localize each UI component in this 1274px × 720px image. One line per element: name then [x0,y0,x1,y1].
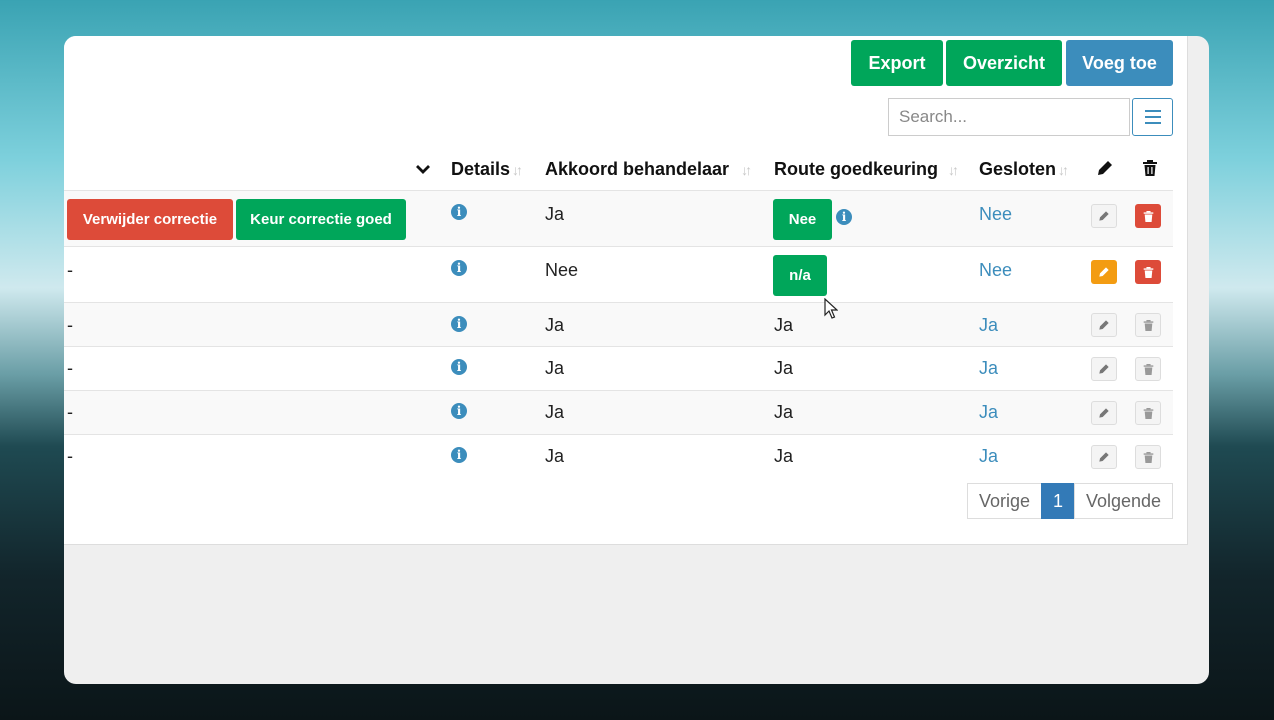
edit-button[interactable] [1091,313,1117,337]
header-gesloten[interactable]: Gesloten ↓↑ [979,156,1069,182]
header-route[interactable]: Route goedkeuring ↓↑ [774,156,959,182]
add-button[interactable]: Voeg toe [1066,40,1173,86]
table-row: - i Ja Ja Ja [64,434,1173,479]
info-icon[interactable]: i [451,204,467,220]
export-button[interactable]: Export [851,40,943,86]
remove-correction-button[interactable]: Verwijder correctie [67,199,233,240]
first-cell: - [67,446,73,466]
mouse-cursor-icon [824,298,838,319]
route-status-button[interactable]: n/a [773,255,827,296]
trash-icon [1143,266,1153,278]
gesloten-link[interactable]: Ja [979,402,998,423]
info-icon[interactable]: i [836,209,852,225]
edit-button[interactable] [1091,445,1117,469]
delete-button[interactable] [1135,445,1161,469]
delete-button[interactable] [1135,260,1161,284]
akkoord-value: Ja [545,358,565,378]
pagination-next[interactable]: Volgende [1074,483,1173,519]
trash-icon [1143,319,1153,331]
first-cell: - [67,402,73,422]
table-row: Verwijder correctie Keur correctie goed … [64,190,1173,247]
sort-icon: ↓↑ [948,162,959,178]
header-delete [1142,158,1158,184]
table-row: - i Ja Ja Ja [64,346,1173,391]
info-icon[interactable]: i [451,260,467,276]
first-cell: - [67,260,73,280]
gesloten-link[interactable]: Ja [979,315,998,336]
route-value: Ja [774,402,794,422]
trash-icon [1143,210,1153,222]
route-status-button[interactable]: Nee [773,199,832,240]
akkoord-value: Nee [545,260,579,280]
pencil-icon [1099,267,1109,277]
pencil-icon [1099,320,1109,330]
info-icon[interactable]: i [451,316,467,332]
header-akkoord[interactable]: Akkoord behandelaar ↓↑ [545,156,752,182]
delete-button[interactable] [1135,357,1161,381]
table-row: - i Ja Ja Ja [64,302,1173,347]
pencil-icon [1098,161,1112,175]
akkoord-value: Ja [545,204,565,224]
search-input[interactable] [888,98,1130,136]
trash-icon [1143,451,1153,463]
route-value: Ja [774,315,794,335]
gesloten-link[interactable]: Nee [979,260,1012,281]
sort-icon: ↓↑ [1058,162,1069,178]
header-details[interactable]: Details ↓↑ [451,156,523,182]
edit-button[interactable] [1091,204,1117,228]
first-cell: - [67,315,73,335]
approve-correction-button[interactable]: Keur correctie goed [236,199,406,240]
pencil-icon [1099,408,1109,418]
akkoord-value: Ja [545,446,565,466]
akkoord-value: Ja [545,315,565,335]
edit-button[interactable] [1091,260,1117,284]
column-menu-button[interactable] [1132,98,1173,136]
trash-icon [1143,407,1153,419]
trash-icon [1143,160,1157,176]
gesloten-link[interactable]: Nee [979,204,1012,225]
pencil-icon [1099,364,1109,374]
route-value: Ja [774,446,794,466]
table-row: - i Ja Ja Ja [64,390,1173,435]
sort-icon: ↓↑ [512,162,523,178]
pagination-prev[interactable]: Vorige [967,483,1042,519]
edit-button[interactable] [1091,401,1117,425]
info-icon[interactable]: i [451,359,467,375]
info-icon[interactable]: i [451,403,467,419]
chevron-down-icon [416,165,430,174]
sort-icon: ↓↑ [741,162,752,178]
first-cell: - [67,358,73,378]
gesloten-link[interactable]: Ja [979,358,998,379]
info-icon[interactable]: i [451,447,467,463]
pagination-page-1[interactable]: 1 [1041,483,1075,519]
delete-button[interactable] [1135,401,1161,425]
trash-icon [1143,363,1153,375]
akkoord-value: Ja [545,402,565,422]
expand-column-header[interactable] [415,156,431,182]
delete-button[interactable] [1135,313,1161,337]
table-row: - i Nee n/a Nee [64,246,1173,303]
delete-button[interactable] [1135,204,1161,228]
table-panel: Export Overzicht Voeg toe Details↓↑ Akko… [64,36,1188,545]
route-value: Ja [774,358,794,378]
menu-icon [1144,110,1161,112]
overview-button[interactable]: Overzicht [946,40,1062,86]
pencil-icon [1099,211,1109,221]
app-card: Export Overzicht Voeg toe Details↓↑ Akko… [64,36,1209,684]
header-edit [1096,158,1114,184]
edit-button[interactable] [1091,357,1117,381]
gesloten-link[interactable]: Ja [979,446,998,467]
pencil-icon [1099,452,1109,462]
